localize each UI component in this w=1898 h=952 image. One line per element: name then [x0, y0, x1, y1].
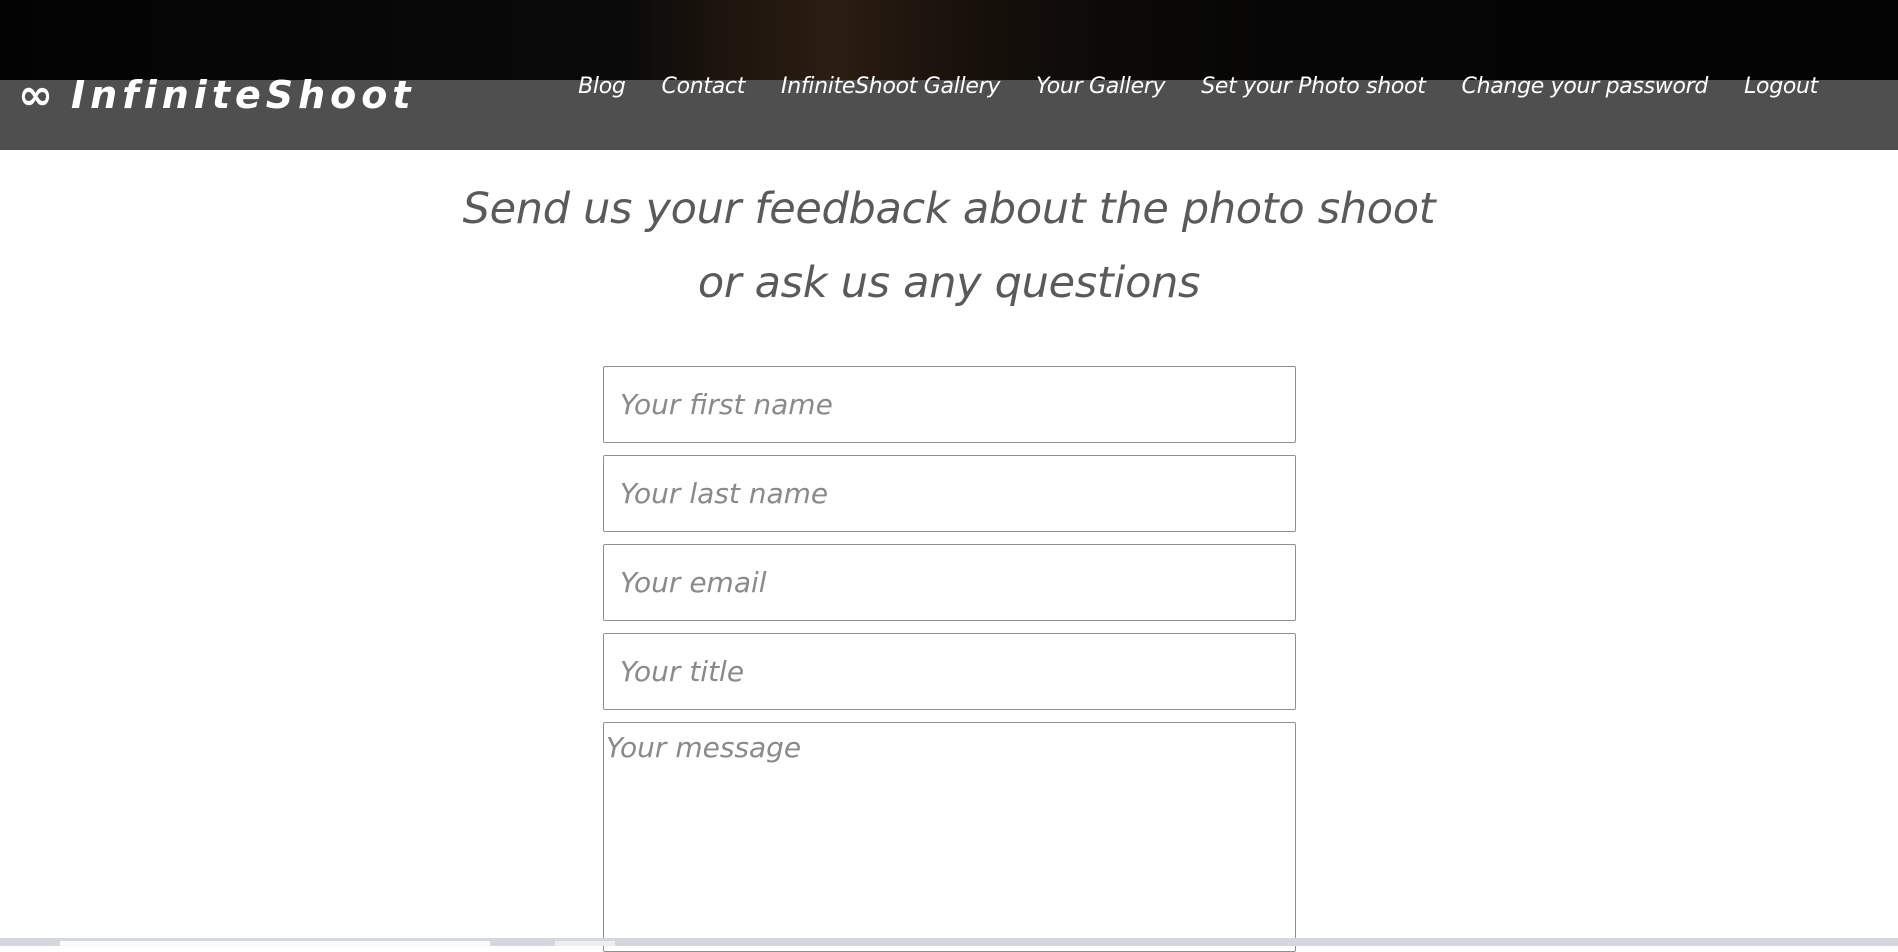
- infinity-icon: ∞: [18, 70, 53, 119]
- nav-link-infiniteshoot-gallery[interactable]: InfiniteShoot Gallery: [781, 74, 1000, 99]
- main-nav: Blog Contact InfiniteShoot Gallery Your …: [578, 68, 1818, 104]
- first-name-input[interactable]: [603, 366, 1296, 443]
- brand-logo[interactable]: ∞ InfiniteShoot: [18, 70, 416, 120]
- feedback-form: [603, 366, 1296, 952]
- horizontal-scrollbar-segment: [555, 941, 615, 946]
- brand-name: InfiniteShoot: [71, 73, 416, 117]
- nav-link-set-photo-shoot[interactable]: Set your Photo shoot: [1201, 74, 1426, 99]
- nav-link-logout[interactable]: Logout: [1744, 74, 1818, 99]
- title-input[interactable]: [603, 633, 1296, 710]
- last-name-input[interactable]: [603, 455, 1296, 532]
- nav-link-contact[interactable]: Contact: [662, 74, 746, 99]
- nav-link-your-gallery[interactable]: Your Gallery: [1036, 74, 1166, 99]
- nav-link-blog[interactable]: Blog: [578, 74, 626, 99]
- horizontal-scrollbar-thumb[interactable]: [60, 941, 490, 946]
- message-textarea[interactable]: [603, 722, 1296, 952]
- email-input[interactable]: [603, 544, 1296, 621]
- heading-line-2: or ask us any questions: [697, 258, 1201, 308]
- page-heading: Send us your feedback about the photo sh…: [0, 172, 1898, 320]
- heading-line-1: Send us your feedback about the photo sh…: [462, 184, 1436, 234]
- nav-link-change-password[interactable]: Change your password: [1462, 74, 1709, 99]
